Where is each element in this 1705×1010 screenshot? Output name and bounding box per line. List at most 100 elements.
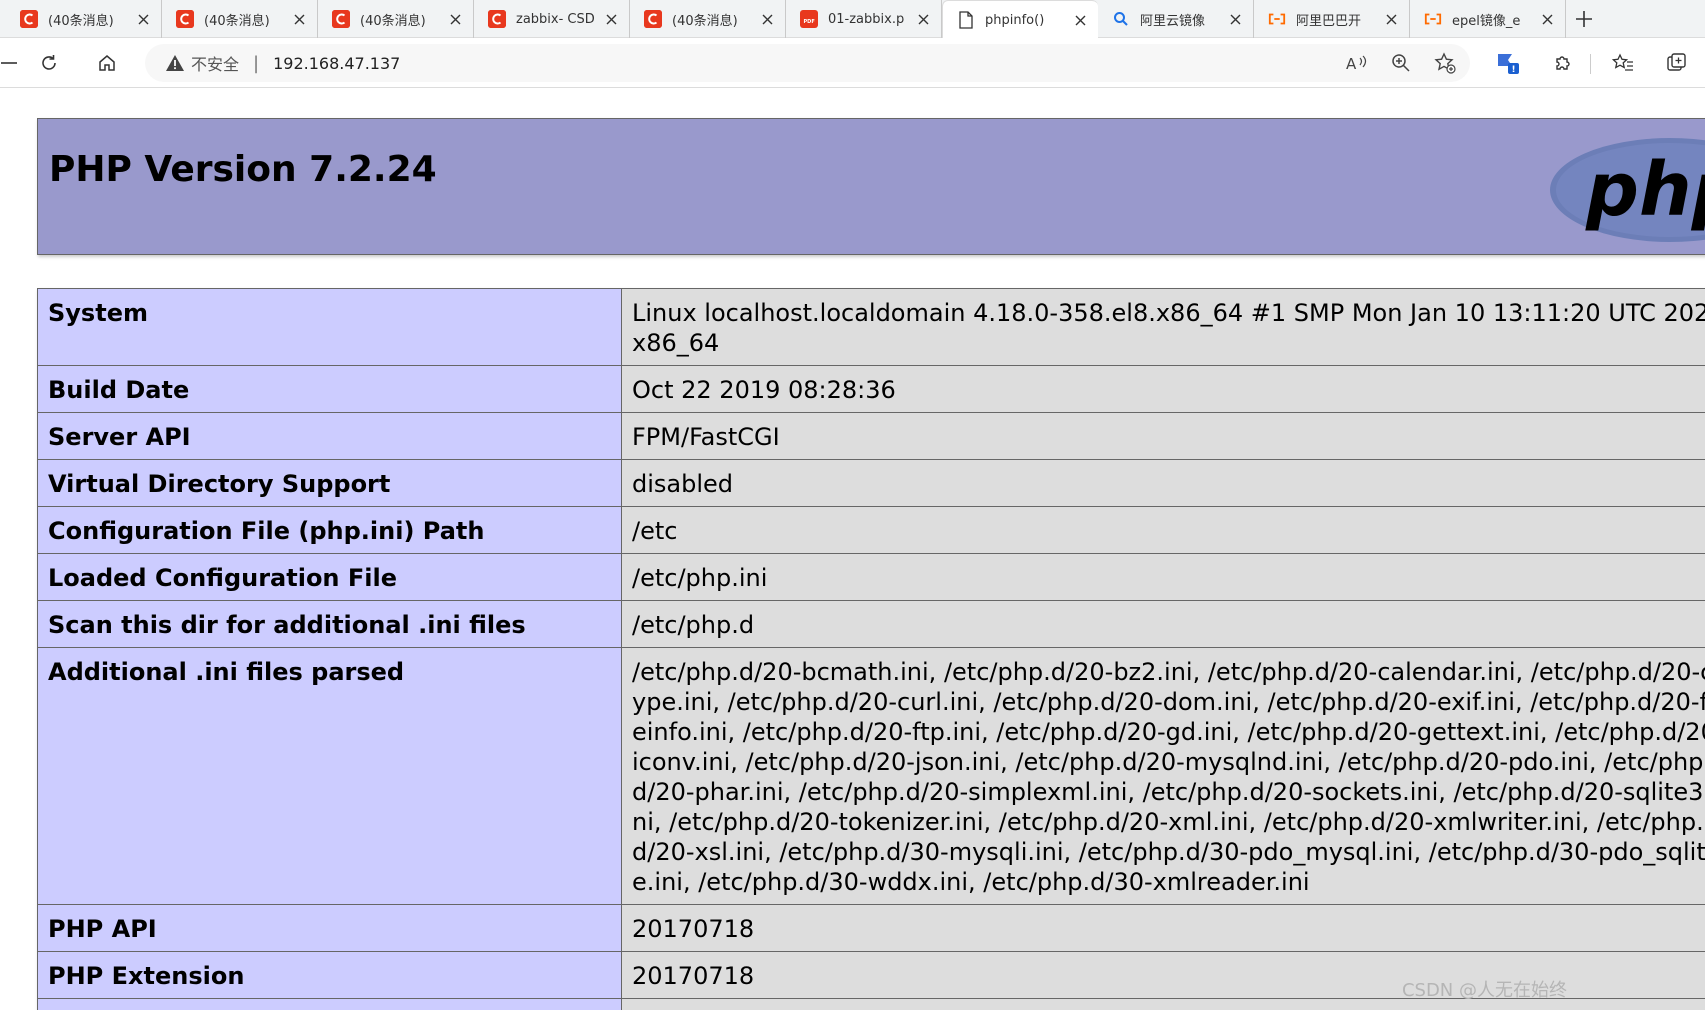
- alibaba-icon: [1424, 10, 1442, 28]
- svg-text:!: !: [1512, 65, 1516, 75]
- browser-tab[interactable]: PDF 01-zabbix.p: [786, 0, 942, 38]
- table-row: Loaded Configuration File/etc/php.ini: [37, 553, 1705, 601]
- close-icon[interactable]: [291, 11, 307, 27]
- warning-icon[interactable]: [165, 53, 185, 73]
- info-key: Zend Extension: [37, 998, 622, 1010]
- svg-text:A: A: [1346, 55, 1357, 72]
- php-logo-text: php: [1585, 147, 1705, 233]
- browser-tab[interactable]: epel镜像_e: [1410, 0, 1566, 38]
- csdn-watermark: CSDN @人无在始终: [1401, 980, 1567, 1001]
- browser-tab[interactable]: 阿里巴巴开: [1254, 0, 1410, 38]
- tab-title: (40条消息): [360, 13, 426, 29]
- puzzle-icon: [1556, 56, 1570, 70]
- tab-title: zabbix- CSD: [516, 11, 595, 27]
- php-info-table: System Linux localhost.localdomain 4.18.0…: [37, 288, 1705, 1010]
- php-logo: php: [1550, 135, 1705, 249]
- tab-title: phpinfo(): [985, 12, 1045, 28]
- collections-icon: [1667, 53, 1686, 71]
- page-content: PHP Version 7.2.24 php SystemLinux local…: [0, 88, 1705, 1010]
- close-icon[interactable]: [1227, 11, 1243, 27]
- plus-icon: [1576, 11, 1592, 27]
- toolbar-divider: [1590, 54, 1591, 74]
- info-key: Build Date: [37, 365, 622, 413]
- table-row: Additional .ini files parsed/etc/php.d/2…: [37, 647, 1705, 905]
- close-icon[interactable]: [1072, 12, 1088, 28]
- browser-tab[interactable]: (40条消息): [630, 0, 786, 38]
- address-actions: A: [1342, 48, 1460, 78]
- browser-tab[interactable]: 阿里云镜像: [1098, 0, 1254, 38]
- security-label[interactable]: 不安全: [191, 51, 239, 75]
- tab-title: (40条消息): [48, 13, 114, 29]
- info-key: Additional .ini files parsed: [37, 647, 622, 905]
- browser-tab[interactable]: (40条消息): [318, 0, 474, 38]
- add-favorite-icon[interactable]: [1430, 48, 1460, 78]
- info-key: System: [37, 288, 622, 366]
- table-row: System Linux localhost.localdomain 4.18.0…: [37, 288, 1705, 366]
- info-key: Configuration File (php.ini) Path: [37, 506, 622, 554]
- info-key: PHP API: [37, 904, 622, 952]
- php-logo-icon: php: [1550, 138, 1705, 242]
- csdn-icon: [20, 10, 38, 28]
- favorites-button[interactable]: [1608, 48, 1638, 78]
- table-row: Configuration File (php.ini) Path/etc: [37, 506, 1705, 554]
- close-icon[interactable]: [1539, 11, 1555, 27]
- tab-title: 阿里云镜像: [1140, 13, 1206, 29]
- close-icon[interactable]: [1383, 11, 1399, 27]
- browser-tab[interactable]: zabbix- CSD: [474, 0, 630, 38]
- extensions-button[interactable]: [1548, 48, 1578, 78]
- favorites-list-icon: [1612, 53, 1633, 71]
- page-title: PHP Version 7.2.24: [49, 149, 437, 190]
- url-text[interactable]: 192.168.47.137: [273, 54, 400, 73]
- tab-title: 01-zabbix.p: [828, 11, 905, 27]
- info-value: Linux localhost.localdomain 4.18.0-358.e…: [621, 288, 1705, 366]
- csdn-icon: [176, 10, 194, 28]
- csdn-icon: [488, 10, 506, 28]
- browser-tab[interactable]: phpinfo(): [942, 0, 1098, 39]
- address-separator: |: [253, 52, 260, 74]
- table-row: Server API FPM/FastCGI: [37, 412, 1705, 460]
- close-icon[interactable]: [135, 11, 151, 27]
- info-key: Loaded Configuration File: [37, 553, 622, 601]
- table-row: Scan this dir for additional .ini files /…: [37, 600, 1705, 648]
- info-value: /etc: [621, 506, 1705, 554]
- info-value: disabled: [621, 459, 1705, 507]
- info-value: /etc/php.d/20-bcmath.ini, /etc/php.d/20-…: [621, 647, 1705, 905]
- info-value: /etc/php.ini: [621, 553, 1705, 601]
- close-icon[interactable]: [447, 11, 463, 27]
- back-button[interactable]: [0, 48, 24, 78]
- table-row: PHP API 20170718: [37, 904, 1705, 952]
- read-aloud-icon[interactable]: A: [1342, 48, 1372, 78]
- close-icon[interactable]: [759, 11, 775, 27]
- close-icon[interactable]: [603, 11, 619, 27]
- back-arrow-icon: [1, 62, 17, 64]
- info-key: Virtual Directory Support: [37, 459, 622, 507]
- info-key: PHP Extension: [37, 951, 622, 999]
- tab-title: (40条消息): [672, 13, 738, 29]
- address-bar[interactable]: 不安全 | 192.168.47.137 A: [145, 44, 1470, 82]
- info-key: Scan this dir for additional .ini files: [37, 600, 622, 648]
- zoom-icon[interactable]: [1386, 48, 1416, 78]
- new-tab-button[interactable]: [1566, 0, 1602, 38]
- info-value: FPM/FastCGI: [621, 412, 1705, 460]
- reload-icon: [42, 55, 56, 70]
- csdn-icon: [644, 10, 662, 28]
- tab-strip: (40条消息) (40条消息) (40条消息) zabbix- CSD (40条消息) P…: [0, 0, 1705, 39]
- browser-toolbar: 不安全 | 192.168.47.137 A !: [0, 38, 1705, 88]
- shield-badge-icon: !: [1498, 54, 1519, 75]
- browser-tab[interactable]: (40条消息): [162, 0, 318, 38]
- svg-text:PDF: PDF: [804, 19, 815, 25]
- table-row: Build Date Oct 22 2019 08:28:36: [37, 365, 1705, 413]
- tab-title: epel镜像_e: [1452, 13, 1521, 29]
- tab-title: 阿里巴巴开: [1296, 13, 1362, 29]
- home-button[interactable]: [92, 48, 122, 78]
- close-icon[interactable]: [915, 11, 931, 27]
- tab-title: (40条消息): [204, 13, 270, 29]
- pdf-icon: PDF: [800, 10, 818, 28]
- alibaba-icon: [1268, 10, 1286, 28]
- document-icon: [957, 11, 975, 29]
- collections-button[interactable]: [1662, 48, 1692, 78]
- extension-badge-button[interactable]: !: [1492, 48, 1522, 78]
- info-key: Server API: [37, 412, 622, 460]
- reload-button[interactable]: [34, 48, 64, 78]
- browser-tab[interactable]: (40条消息): [6, 0, 162, 38]
